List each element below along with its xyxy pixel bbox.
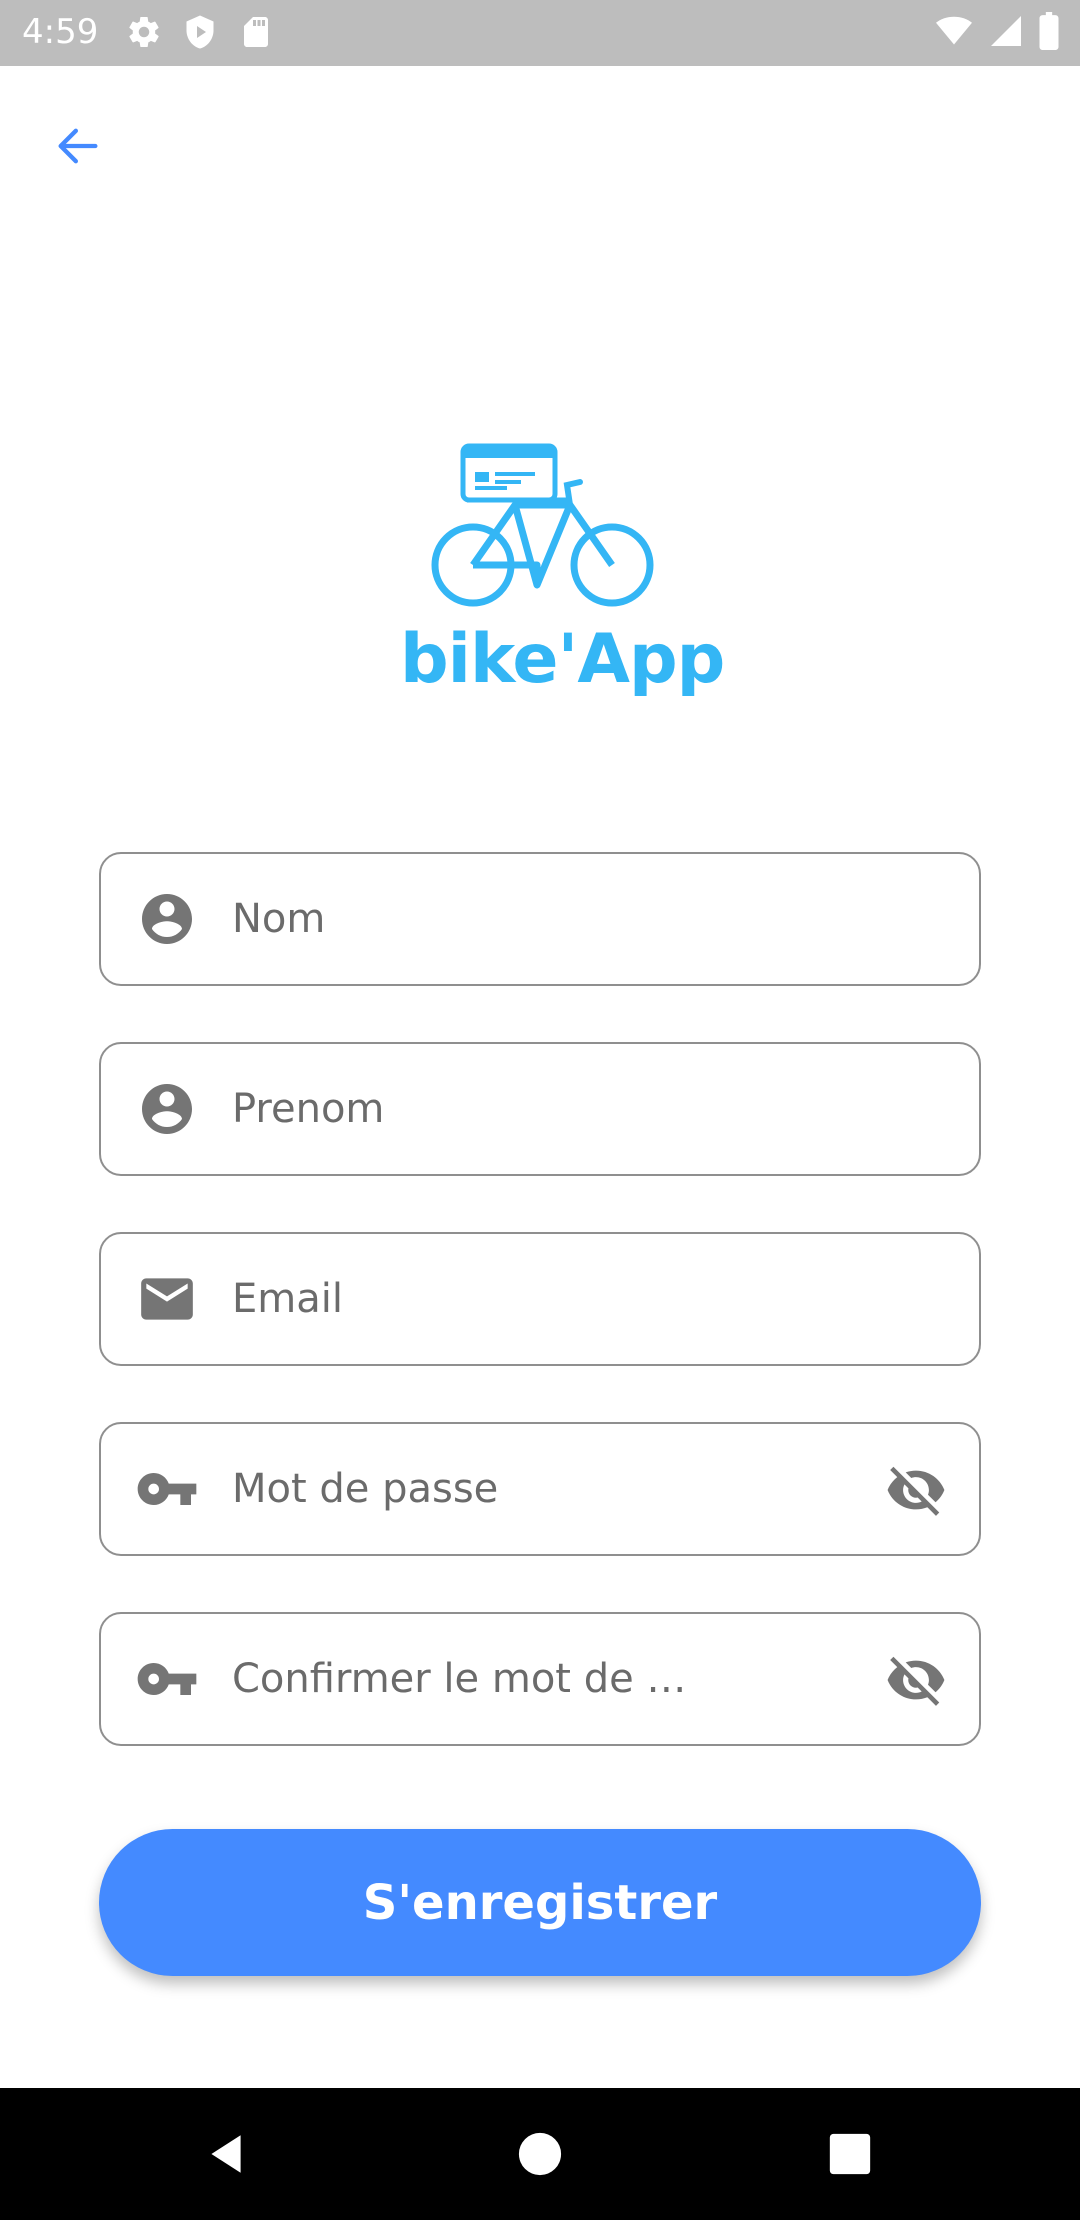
prenom-input[interactable] (232, 1044, 832, 1174)
status-time: 4:59 (22, 12, 99, 52)
logo-text: bike'App (400, 620, 725, 699)
mail-icon (135, 1267, 199, 1331)
register-button[interactable]: S'enregistrer (99, 1829, 981, 1976)
eye-off-icon[interactable] (883, 1647, 949, 1713)
password-field[interactable] (99, 1422, 981, 1556)
person-icon (135, 1077, 199, 1141)
prenom-field[interactable] (99, 1042, 981, 1176)
email-input[interactable] (232, 1234, 832, 1364)
confirm-password-input[interactable] (232, 1614, 832, 1744)
bicycle-icon (431, 443, 654, 607)
key-icon (135, 1647, 199, 1711)
signal-icon (988, 13, 1024, 53)
eye-off-icon[interactable] (883, 1457, 949, 1523)
system-nav-bar (0, 2088, 1080, 2220)
status-bar: 4:59 (0, 0, 1080, 66)
nom-field[interactable] (99, 852, 981, 986)
battery-icon (1038, 12, 1060, 54)
home-circle-icon[interactable] (508, 2122, 572, 2186)
password-input[interactable] (232, 1424, 832, 1554)
sd-card-icon (238, 14, 274, 54)
arrow-left-icon (52, 120, 104, 176)
wifi-icon (934, 13, 974, 53)
confirm-password-field[interactable] (99, 1612, 981, 1746)
gear-icon (126, 14, 162, 54)
key-icon (135, 1457, 199, 1521)
email-field[interactable] (99, 1232, 981, 1366)
back-triangle-icon[interactable] (194, 2122, 258, 2186)
person-icon (135, 887, 199, 951)
recents-square-icon[interactable] (818, 2122, 882, 2186)
nom-input[interactable] (232, 854, 832, 984)
back-button[interactable] (40, 110, 116, 186)
shield-icon (182, 14, 218, 54)
